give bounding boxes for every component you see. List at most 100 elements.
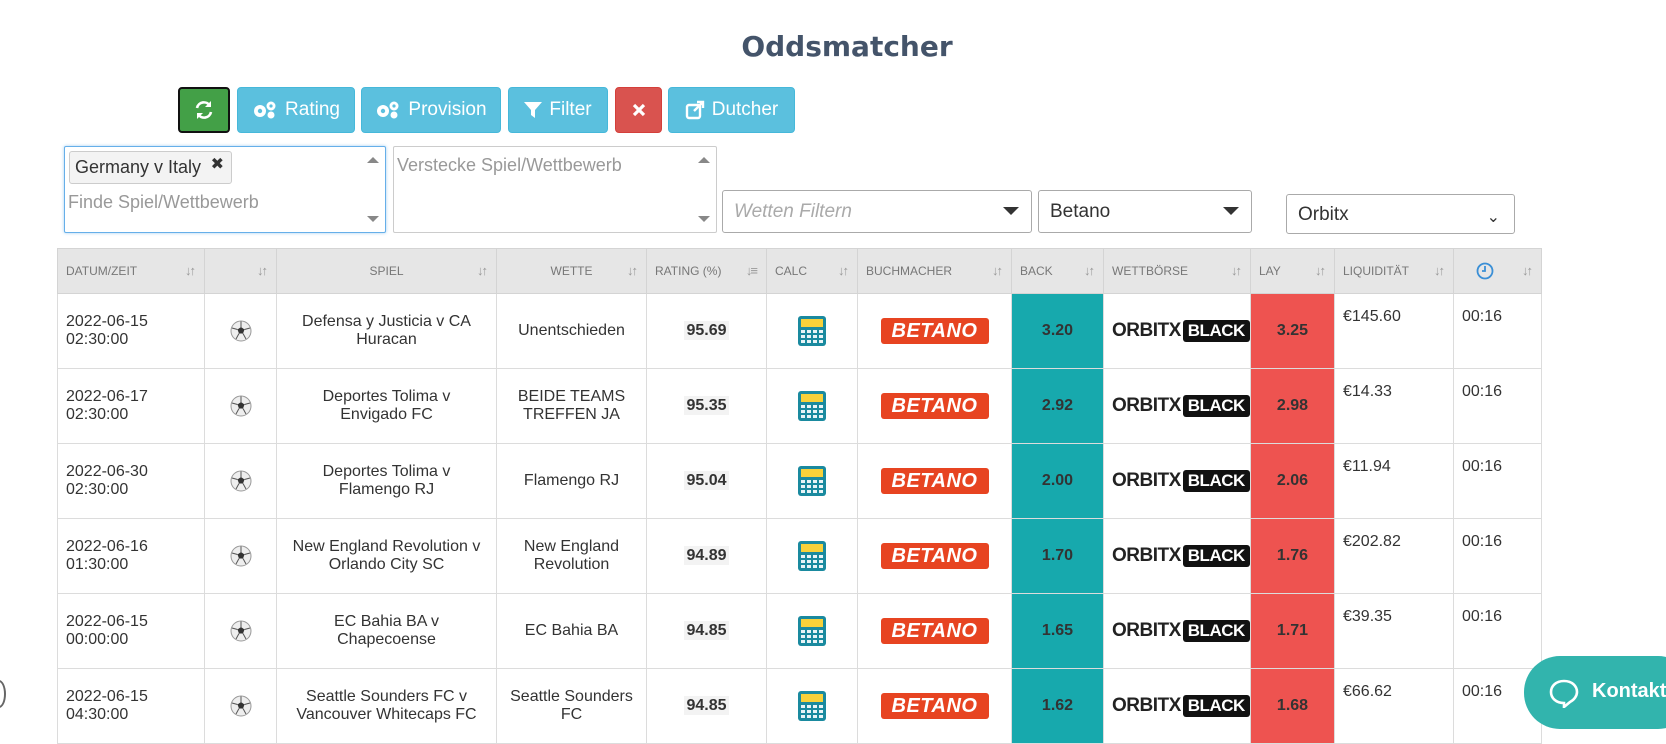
rating-value: 94.85 — [684, 696, 729, 715]
rating-value: 94.89 — [684, 546, 729, 565]
bets-filter-select[interactable]: Wetten Filtern — [722, 190, 1032, 233]
clock-icon — [1462, 262, 1494, 280]
exchange-cell: ORBITX BLACK — [1103, 293, 1251, 369]
header-back[interactable]: Back ↓↑ — [1011, 248, 1104, 294]
header-sport[interactable]: ↓↑ — [204, 248, 277, 294]
scrollbar[interactable] — [698, 151, 712, 228]
time-text: 00:00:00 — [66, 631, 129, 648]
bookmaker-logo[interactable]: BETANO — [880, 468, 989, 494]
calculator-icon[interactable] — [797, 466, 827, 496]
bookmaker-logo[interactable]: BETANO — [880, 618, 989, 644]
header-wette[interactable]: Wette ↓↑ — [496, 248, 647, 294]
caret-down-icon — [1223, 207, 1239, 215]
liquidity-cell: €145.60 — [1334, 293, 1454, 369]
calculator-icon[interactable] — [797, 691, 827, 721]
time-text: 02:30:00 — [66, 481, 129, 498]
bookmaker-logo[interactable]: BETANO — [880, 393, 989, 419]
exchange-select[interactable]: Orbitx ⌄ — [1286, 194, 1515, 234]
bookmaker-select[interactable]: Betano — [1038, 190, 1252, 233]
sort-icon: ↓↑ — [1315, 263, 1326, 278]
lay-odds-cell[interactable]: 1.68 — [1250, 668, 1335, 744]
provision-button-label: Provision — [408, 99, 487, 120]
back-odds-cell[interactable]: 2.00 — [1011, 443, 1104, 519]
kontakt-label: Kontakt — [1592, 680, 1666, 702]
lay-odds-cell[interactable]: 3.25 — [1250, 293, 1335, 369]
rating-cell: 94.89 — [646, 518, 767, 594]
age-cell: 00:16 — [1453, 293, 1542, 369]
exchange-logo[interactable]: ORBITX BLACK — [1112, 545, 1250, 567]
bookmaker-cell: BETANO — [857, 593, 1012, 669]
exchange-select-value: Orbitx — [1298, 204, 1349, 225]
exchange-logo[interactable]: ORBITX BLACK — [1112, 395, 1250, 417]
header-calc[interactable]: Calc ↓↑ — [766, 248, 858, 294]
sort-icon: ↓↑ — [185, 263, 196, 278]
back-odds-cell[interactable]: 3.20 — [1011, 293, 1104, 369]
clear-button[interactable] — [615, 87, 662, 133]
calculator-icon[interactable] — [797, 616, 827, 646]
kontakt-chat-button[interactable]: Kontakt — [1524, 656, 1666, 729]
selected-game-tag: Germany v Italy ✖ — [69, 149, 233, 184]
bookmaker-logo[interactable]: BETANO — [880, 693, 989, 719]
remove-tag-icon[interactable]: ✖ — [211, 149, 224, 180]
lay-odds-cell[interactable]: 1.71 — [1250, 593, 1335, 669]
game-cell: New England Revolution v Orlando City SC — [276, 518, 497, 594]
selected-game-tag-label: Germany v Italy — [75, 157, 202, 177]
bet-cell: BEIDE TEAMS TREFFEN JA — [496, 368, 647, 444]
back-odds-cell[interactable]: 1.65 — [1011, 593, 1104, 669]
rating-cell: 95.69 — [646, 293, 767, 369]
header-datum-zeit[interactable]: Datum/Zeit ↓↑ — [57, 248, 205, 294]
sort-icon: ↓↑ — [992, 263, 1003, 278]
lay-odds-cell[interactable]: 2.06 — [1250, 443, 1335, 519]
exchange-logo[interactable]: ORBITX BLACK — [1112, 470, 1250, 492]
header-rating[interactable]: Rating (%) ↓≡ — [646, 248, 767, 294]
exchange-cell: ORBITX BLACK — [1103, 443, 1251, 519]
scrollbar[interactable] — [367, 151, 381, 228]
calculator-icon[interactable] — [797, 391, 827, 421]
date-text: 2022-06-15 — [66, 313, 148, 330]
soccer-ball-icon — [230, 545, 252, 567]
find-game-multiselect[interactable]: Germany v Italy ✖ Finde Spiel/Wettbewerb — [64, 146, 386, 233]
age-cell: 00:16 — [1453, 368, 1542, 444]
bet-cell: Seattle Sounders FC — [496, 668, 647, 744]
calculator-icon[interactable] — [797, 316, 827, 346]
bookmaker-logo[interactable]: BETANO — [880, 318, 989, 344]
header-spiel[interactable]: Spiel ↓↑ — [276, 248, 497, 294]
bookmaker-cell: BETANO — [857, 518, 1012, 594]
bookmaker-logo[interactable]: BETANO — [880, 543, 989, 569]
sport-cell — [204, 443, 277, 519]
rating-button[interactable]: Rating — [237, 87, 355, 133]
back-odds-cell[interactable]: 1.70 — [1011, 518, 1104, 594]
rating-cell: 95.04 — [646, 443, 767, 519]
bet-cell: EC Bahia BA — [496, 593, 647, 669]
refresh-button[interactable] — [178, 87, 230, 133]
exchange-logo[interactable]: ORBITX BLACK — [1112, 695, 1250, 717]
exchange-logo[interactable]: ORBITX BLACK — [1112, 320, 1250, 342]
lay-odds-cell[interactable]: 2.98 — [1250, 368, 1335, 444]
calculator-icon[interactable] — [797, 541, 827, 571]
header-updated[interactable]: ↓↑ — [1453, 248, 1542, 294]
hide-game-multiselect[interactable]: Verstecke Spiel/Wettbewerb — [393, 146, 717, 233]
date-text: 2022-06-15 — [66, 688, 148, 705]
lay-odds-cell[interactable]: 1.76 — [1250, 518, 1335, 594]
rating-cell: 95.35 — [646, 368, 767, 444]
datetime-cell: 2022-06-15 00:00:00 — [57, 593, 205, 669]
header-lay[interactable]: Lay ↓↑ — [1250, 248, 1335, 294]
header-wettboerse[interactable]: Wettbörse ↓↑ — [1103, 248, 1251, 294]
header-buchmacher[interactable]: Buchmacher ↓↑ — [857, 248, 1012, 294]
odds-table: Datum/Zeit ↓↑ ↓↑ Spiel ↓↑ Wette ↓↑ Rating (… — [57, 248, 1542, 744]
calc-cell — [766, 368, 858, 444]
sort-desc-icon: ↓≡ — [745, 263, 758, 278]
provision-button[interactable]: Provision — [361, 87, 501, 133]
dutcher-button[interactable]: Dutcher — [668, 87, 795, 133]
exchange-logo[interactable]: ORBITX BLACK — [1112, 620, 1250, 642]
filter-button[interactable]: Filter — [508, 87, 608, 133]
datetime-cell: 2022-06-15 02:30:00 — [57, 293, 205, 369]
bookmaker-cell: BETANO — [857, 443, 1012, 519]
rating-button-label: Rating — [285, 99, 340, 120]
bookmaker-cell: BETANO — [857, 668, 1012, 744]
header-liquiditaet[interactable]: Liquidität ↓↑ — [1334, 248, 1454, 294]
side-tab-handle[interactable] — [0, 680, 6, 708]
back-odds-cell[interactable]: 2.92 — [1011, 368, 1104, 444]
back-odds-cell[interactable]: 1.62 — [1011, 668, 1104, 744]
game-cell: Deportes Tolima v Envigado FC — [276, 368, 497, 444]
